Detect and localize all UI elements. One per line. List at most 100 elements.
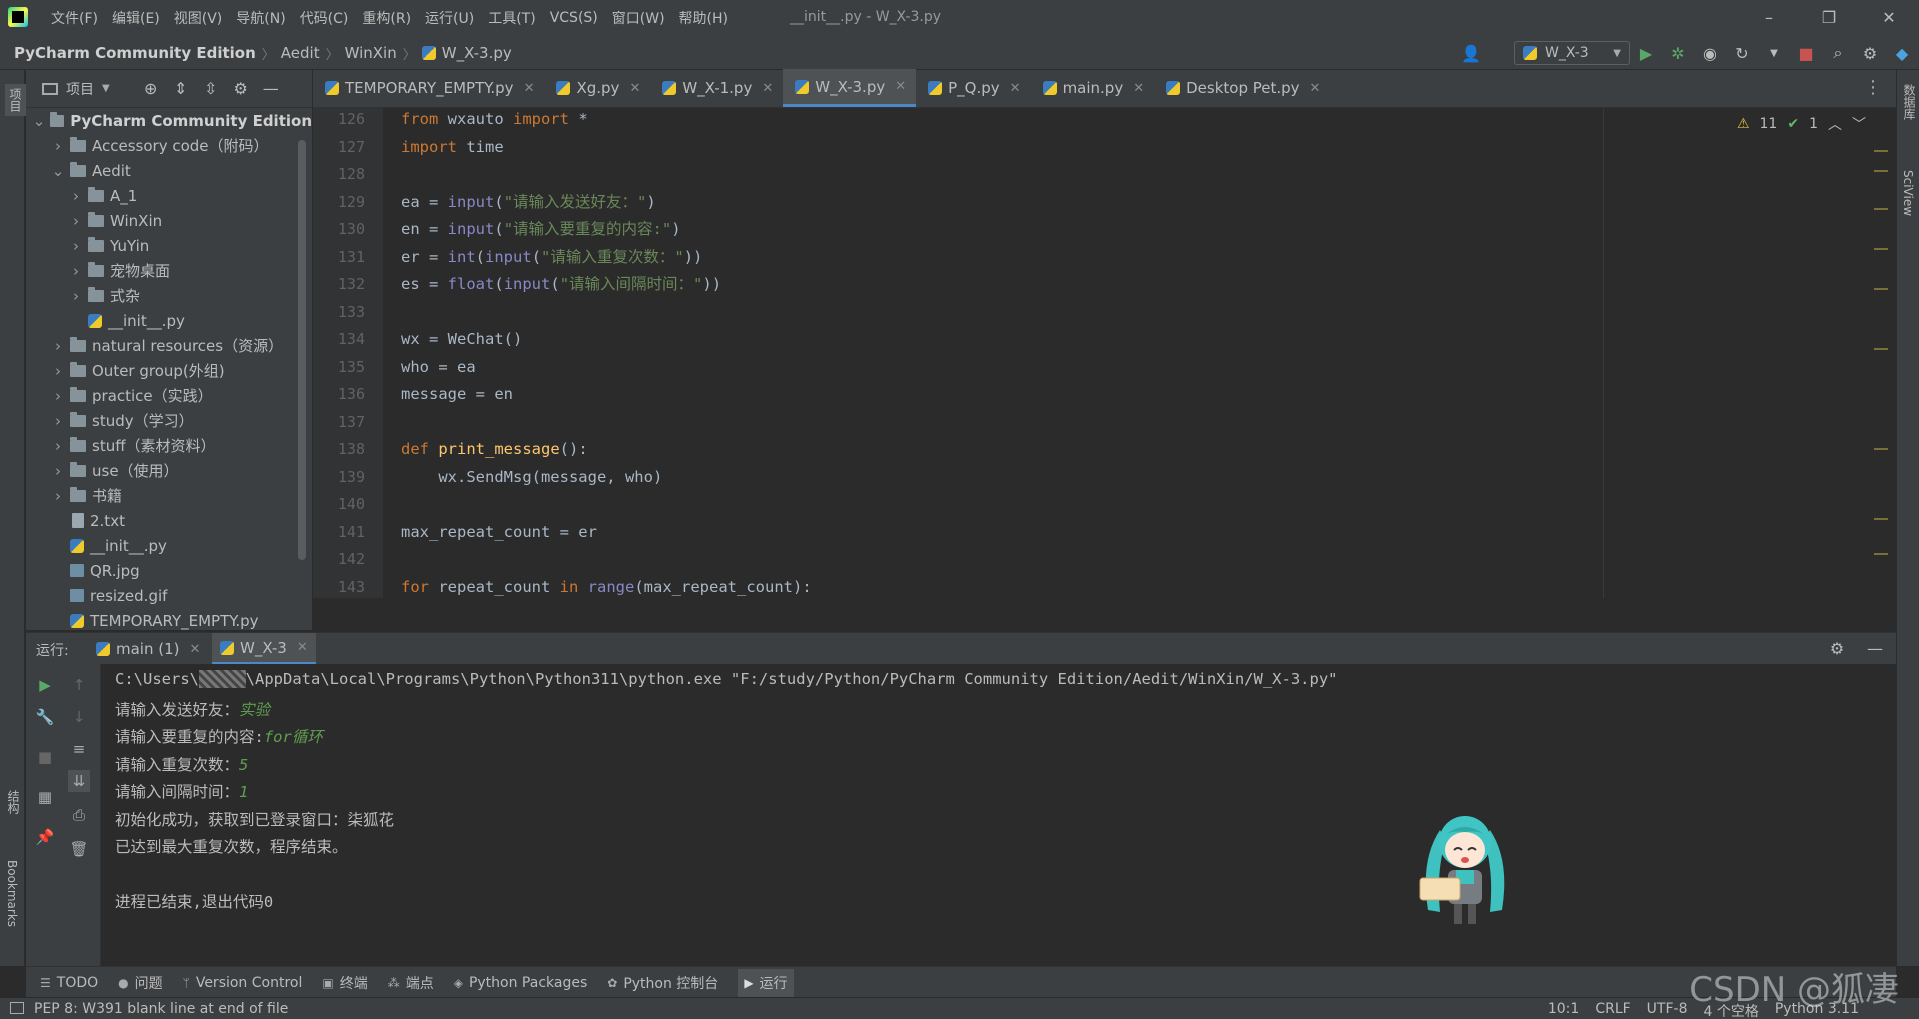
tree-item[interactable]: › YuYin [26, 233, 312, 258]
tree-item[interactable]: TEMPORARY_EMPTY.py [26, 608, 312, 633]
breadcrumb-project[interactable]: PyCharm Community Edition [14, 44, 256, 62]
error-stripe-mark[interactable] [1874, 248, 1888, 250]
menu-window[interactable]: 窗口(W) [605, 8, 672, 28]
project-tool-button[interactable]: 项目 [5, 84, 26, 116]
tab-p-q[interactable]: P_Q.py ✕ [916, 69, 1030, 107]
tree-item[interactable]: › stuff（素材资料） [26, 433, 312, 458]
stop-icon[interactable]: ■ [1795, 42, 1817, 64]
chevron-right-icon[interactable]: › [50, 487, 66, 505]
chevron-right-icon[interactable]: › [50, 137, 66, 155]
chevron-up-icon[interactable]: ︿ [1828, 114, 1842, 134]
error-stripe-mark[interactable] [1874, 288, 1888, 290]
error-stripe-mark[interactable] [1874, 208, 1888, 210]
error-stripe-mark[interactable] [1874, 448, 1888, 450]
debug-icon[interactable]: ✲ [1667, 42, 1689, 64]
user-icon[interactable]: 👤 [1460, 42, 1482, 64]
terminal-tool-button[interactable]: ▣ 终端 [322, 973, 367, 993]
tab-temporary-empty[interactable]: TEMPORARY_EMPTY.py ✕ [313, 69, 544, 107]
menu-navigate[interactable]: 导航(N) [229, 8, 292, 28]
tree-item[interactable]: QR.jpg [26, 558, 312, 583]
jetbrains-toolbox-icon[interactable]: ◆ [1891, 42, 1913, 64]
chevron-right-icon[interactable]: › [50, 412, 66, 430]
python-packages-tool-button[interactable]: ◈ Python Packages [454, 975, 588, 991]
chevron-down-icon[interactable]: ﹀ [1852, 114, 1866, 134]
tree-item[interactable]: resized.gif [26, 583, 312, 608]
menu-help[interactable]: 帮助(H) [672, 8, 735, 28]
error-stripe-mark[interactable] [1874, 170, 1888, 172]
restore-button[interactable]: ❐ [1799, 0, 1859, 36]
menu-file[interactable]: 文件(F) [44, 8, 105, 28]
arrow-down-icon[interactable]: ↓ [68, 706, 90, 728]
menu-view[interactable]: 视图(V) [167, 8, 230, 28]
close-icon[interactable]: ✕ [190, 642, 201, 657]
pin-icon[interactable]: 📌 [34, 826, 56, 848]
tab-desktop-pet[interactable]: Desktop Pet.py ✕ [1154, 69, 1330, 107]
tree-item[interactable]: › Accessory code（附码） [26, 133, 312, 158]
menu-edit[interactable]: 编辑(E) [105, 8, 167, 28]
tree-item[interactable]: › Outer group(外组) [26, 358, 312, 383]
gear-icon[interactable]: ⚙ [1859, 42, 1881, 64]
close-icon[interactable]: ✕ [524, 81, 535, 96]
profile-icon[interactable]: ↻ [1731, 42, 1753, 64]
tab-w-x-1[interactable]: W_X-1.py ✕ [650, 69, 783, 107]
tree-item[interactable]: › 式杂 [26, 283, 312, 308]
chevron-right-icon[interactable]: › [50, 437, 66, 455]
endpoints-tool-button[interactable]: ⁂ 端点 [388, 973, 434, 993]
status-message[interactable]: PEP 8: W391 blank line at end of file [34, 1001, 288, 1017]
menu-vcs[interactable]: VCS(S) [543, 10, 605, 26]
expand-all-icon[interactable]: ⇕ [170, 78, 192, 100]
tree-item[interactable]: › use（使用） [26, 458, 312, 483]
tree-item[interactable]: __init__.py [26, 308, 312, 333]
chevron-down-icon[interactable]: ▼ [102, 83, 110, 94]
code-editor[interactable]: 126 127 128 129 130 131 132 133 134 135 … [313, 108, 1896, 598]
tree-item[interactable]: __init__.py [26, 533, 312, 558]
tree-item[interactable]: 2.txt [26, 508, 312, 533]
run-tool-button[interactable]: ▶ 运行 [738, 968, 794, 997]
chevron-right-icon[interactable]: › [50, 462, 66, 480]
line-separator[interactable]: CRLF [1595, 1001, 1630, 1019]
chevron-right-icon[interactable]: › [68, 237, 84, 255]
stop-icon[interactable]: ■ [34, 746, 56, 768]
close-icon[interactable]: ✕ [297, 640, 308, 655]
python-console-tool-button[interactable]: ✿ Python 控制台 [607, 973, 718, 993]
scroll-to-end-icon[interactable]: ⇊ [68, 770, 90, 792]
run-configuration-select[interactable]: W_X-3 ▼ [1514, 41, 1630, 65]
close-icon[interactable]: ✕ [762, 81, 773, 96]
breadcrumb-file[interactable]: W_X-3.py [442, 44, 512, 62]
close-icon[interactable]: ✕ [895, 79, 906, 94]
menu-refactor[interactable]: 重构(R) [355, 8, 418, 28]
structure-tool-button[interactable]: 结构 [5, 790, 22, 814]
error-stripe-mark[interactable] [1874, 553, 1888, 555]
problems-tool-button[interactable]: ● 问题 [118, 973, 162, 993]
todo-tool-button[interactable]: ☰ TODO [40, 975, 98, 991]
more-tabs-icon[interactable]: ⋮ [1864, 69, 1882, 107]
trash-icon[interactable]: 🗑 [68, 838, 90, 860]
breadcrumb-winxin[interactable]: WinXin [345, 44, 397, 62]
chevron-right-icon[interactable]: › [68, 287, 84, 305]
chevron-right-icon[interactable]: › [50, 362, 66, 380]
breadcrumb-aedit[interactable]: Aedit [281, 44, 320, 62]
search-icon[interactable]: ⌕ [1827, 42, 1849, 64]
run-console[interactable]: C:\Users\xxxxx\AppData\Local\Programs\Py… [101, 664, 1896, 966]
project-scrollbar[interactable] [298, 140, 306, 560]
run-icon[interactable]: ▶ [1635, 42, 1657, 64]
tree-item[interactable]: › A_1 [26, 183, 312, 208]
hide-icon[interactable]: — [260, 78, 282, 100]
chevron-down-icon[interactable]: ⌄ [50, 162, 66, 180]
chevron-down-icon[interactable]: ⌄ [32, 112, 46, 130]
menu-run[interactable]: 运行(U) [418, 8, 481, 28]
hide-icon[interactable]: — [1864, 637, 1886, 659]
tab-main[interactable]: main.py ✕ [1031, 69, 1155, 107]
sciview-tool-button[interactable]: SciView [1901, 170, 1915, 216]
error-stripe-mark[interactable] [1874, 518, 1888, 520]
tree-item[interactable]: › 宠物桌面 [26, 258, 312, 283]
minimize-button[interactable]: – [1739, 0, 1799, 36]
bookmarks-tool-button[interactable]: Bookmarks [5, 860, 19, 927]
tree-item[interactable]: ⌄ PyCharm Community Edition [26, 108, 312, 133]
error-stripe-mark[interactable] [1874, 348, 1888, 350]
collapse-all-icon[interactable]: ⇳ [200, 78, 222, 100]
gear-icon[interactable]: ⚙ [230, 78, 252, 100]
tree-item[interactable]: › 书籍 [26, 483, 312, 508]
tree-item[interactable]: › natural resources（资源） [26, 333, 312, 358]
coverage-icon[interactable]: ◉ [1699, 42, 1721, 64]
